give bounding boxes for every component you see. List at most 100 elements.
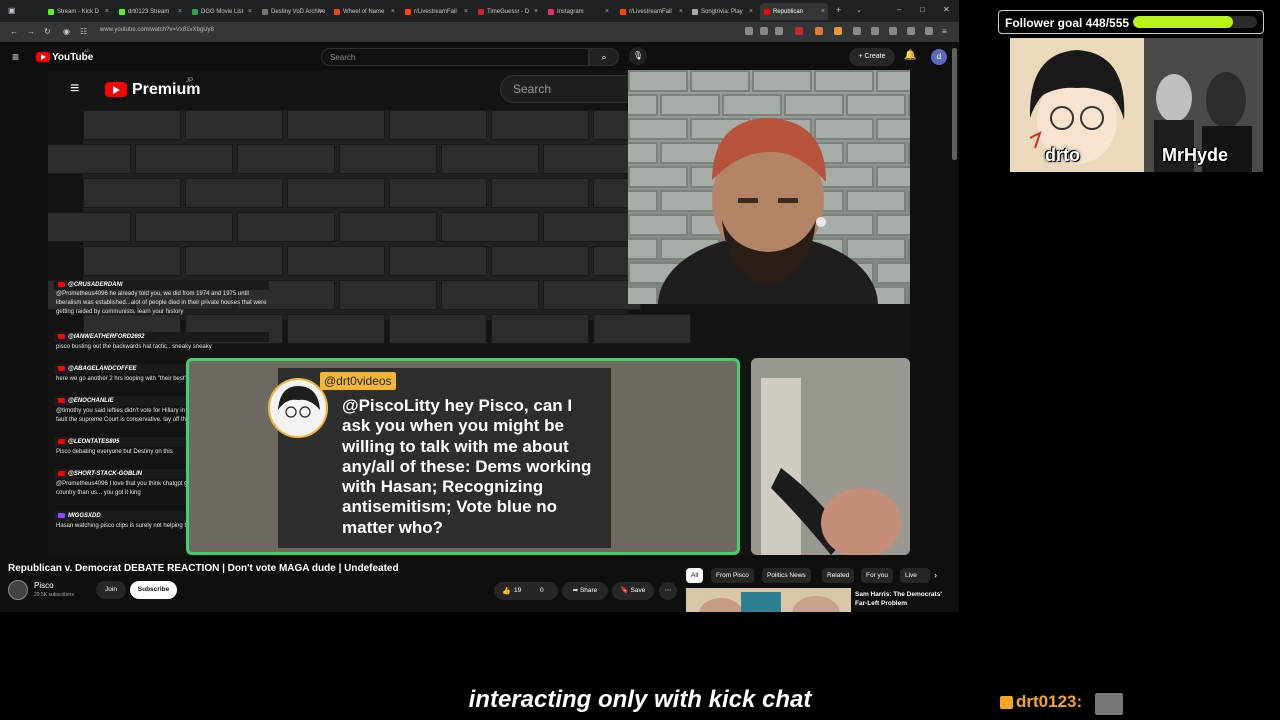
recommended-video-title[interactable]: Sam Harris: The Democrats' Far-Left Prob… (855, 590, 947, 608)
new-tab-icon[interactable]: + (836, 5, 841, 15)
chat-username: @CRUSADERDANI (54, 280, 269, 290)
cast-icon[interactable] (745, 27, 753, 35)
extension-icon[interactable] (815, 27, 823, 35)
create-button[interactable]: + Create (849, 48, 895, 66)
download-icon[interactable] (871, 27, 879, 35)
chat-message: @Prometheus4096 he already told you, we … (56, 291, 267, 315)
wall-brick (135, 144, 233, 174)
wall-brick (83, 178, 181, 208)
microphone-icon[interactable]: 🎙 (629, 47, 647, 65)
tab-favicon-icon (262, 8, 268, 15)
browser-tab[interactable]: DGG Movie List × (188, 3, 255, 20)
shield-icon[interactable]: ◉ (63, 27, 70, 36)
tab-close-icon[interactable]: × (391, 8, 395, 15)
search-icon[interactable]: ⌕ (589, 48, 619, 66)
browser-tab[interactable]: TimeGuessr - D × (474, 3, 541, 20)
avatar[interactable]: d (931, 49, 947, 65)
share-button[interactable]: ➦ Share (562, 582, 608, 600)
dislike-count[interactable]: 0 (540, 587, 544, 594)
tab-close-icon[interactable]: × (821, 8, 825, 15)
menu-icon[interactable]: ≡ (942, 27, 947, 36)
filter-chip[interactable]: For you (861, 568, 894, 583)
sidebar-icon[interactable] (907, 27, 915, 35)
more-actions-icon[interactable]: ⋯ (659, 582, 677, 600)
back-icon[interactable]: ← (10, 27, 18, 36)
follower-goal-bar (1133, 16, 1257, 28)
filter-chip[interactable]: All (686, 568, 704, 583)
browser-tab[interactable]: r/LivestreamFail × (401, 3, 471, 20)
wall-brick (389, 110, 487, 140)
url-field[interactable]: www.youtube.com/watch?v=Vx81vXbgUy8 (100, 27, 214, 33)
browser-tab[interactable]: Republican × (760, 3, 828, 20)
screenshot-icon[interactable] (760, 27, 768, 35)
bell-icon[interactable]: 🔔 (904, 50, 916, 61)
extension-icon[interactable] (834, 27, 842, 35)
channel-avatar[interactable] (8, 580, 28, 600)
extension-icon[interactable] (795, 27, 803, 35)
tab-close-icon[interactable]: × (679, 8, 683, 15)
tab-favicon-icon (620, 8, 626, 15)
tab-actions-icon[interactable]: ▣ (8, 6, 16, 15)
browser-tab[interactable]: Wheel of Name × (330, 3, 398, 20)
wall-brick (339, 280, 437, 310)
extensions-icon[interactable] (853, 27, 861, 35)
browser-tab[interactable]: Stream - Kick D × (44, 3, 112, 20)
chat-emote (1095, 693, 1123, 715)
profile-icon[interactable] (889, 27, 897, 35)
wall-brick (543, 144, 641, 174)
browser-tab[interactable]: Songtrivia: Play × (688, 3, 756, 20)
browser-tab[interactable]: r/LivestreamFail × (616, 3, 686, 20)
wall-brick (48, 144, 131, 174)
search-input[interactable]: Search (321, 48, 589, 66)
minimize-icon[interactable]: – (897, 5, 901, 14)
kick-icon (1000, 696, 1013, 709)
tab-close-icon[interactable]: × (534, 8, 538, 15)
webcam-feed (628, 70, 910, 304)
forward-icon[interactable]: → (27, 27, 35, 36)
save-button[interactable]: 🔖 Save (612, 582, 654, 600)
follower-goal-widget: Follower goal 448/555 (998, 10, 1264, 34)
channel-name[interactable]: Pisco (34, 581, 54, 590)
chat-username: @IANWEATHERFORD2692 (54, 332, 269, 342)
youtube-logo-icon[interactable] (36, 52, 50, 62)
subscribe-button[interactable]: Subscribe (130, 581, 177, 599)
tab-close-icon[interactable]: × (749, 8, 753, 15)
wall-brick (543, 280, 641, 310)
browser-tab[interactable]: Destiny VoD Archive × (258, 3, 326, 20)
join-button[interactable]: Join (96, 581, 126, 599)
filter-chip[interactable]: Politics News (762, 568, 811, 583)
like-count[interactable]: 19 (514, 587, 521, 594)
tab-favicon-icon (119, 8, 125, 15)
install-icon[interactable] (775, 27, 783, 35)
youtube-premium-logo-icon (105, 82, 127, 97)
tab-close-icon[interactable]: × (105, 8, 109, 15)
close-window-icon[interactable]: ✕ (943, 5, 950, 14)
filter-chip[interactable]: Related (822, 568, 855, 583)
tab-close-icon[interactable]: × (319, 8, 323, 15)
chevron-down-icon[interactable]: ⌄ (856, 6, 862, 14)
tab-close-icon[interactable]: × (464, 8, 468, 15)
tab-close-icon[interactable]: × (605, 8, 609, 15)
chat-message: pisco busting out the backwards hat tact… (56, 344, 212, 350)
tab-close-icon[interactable]: × (248, 8, 252, 15)
video-player[interactable]: ≡ Premium JP Search @CRUSADERDANI @Promet… (48, 70, 910, 555)
browser-tab[interactable]: drt0123 Stream × (115, 3, 185, 20)
page-scrollbar[interactable] (952, 48, 957, 160)
thumbs-up-icon[interactable]: 👍 (502, 587, 511, 595)
more-icon[interactable] (925, 27, 933, 35)
reload-icon[interactable]: ↻ (44, 27, 51, 36)
share-icon: ➦ (572, 587, 580, 594)
site-info-icon[interactable]: ☷ (80, 27, 87, 36)
filter-chip[interactable]: From Pisco (711, 568, 754, 583)
youtube-logo-text[interactable]: YouTube (52, 52, 93, 63)
chevron-right-icon[interactable]: › (934, 570, 937, 580)
subscriber-count: 29.5K subscribers (34, 592, 75, 598)
browser-tab[interactable]: Instagram × (544, 3, 612, 20)
filter-chip[interactable]: Live (900, 568, 930, 583)
tab-label: Songtrivia: Play (701, 8, 743, 15)
hamburger-icon[interactable]: ≡ (12, 50, 19, 64)
tab-close-icon[interactable]: × (178, 8, 182, 15)
recommended-video-thumbnail[interactable] (686, 588, 851, 612)
save-label: Save (630, 587, 646, 594)
maximize-icon[interactable]: □ (920, 5, 925, 14)
